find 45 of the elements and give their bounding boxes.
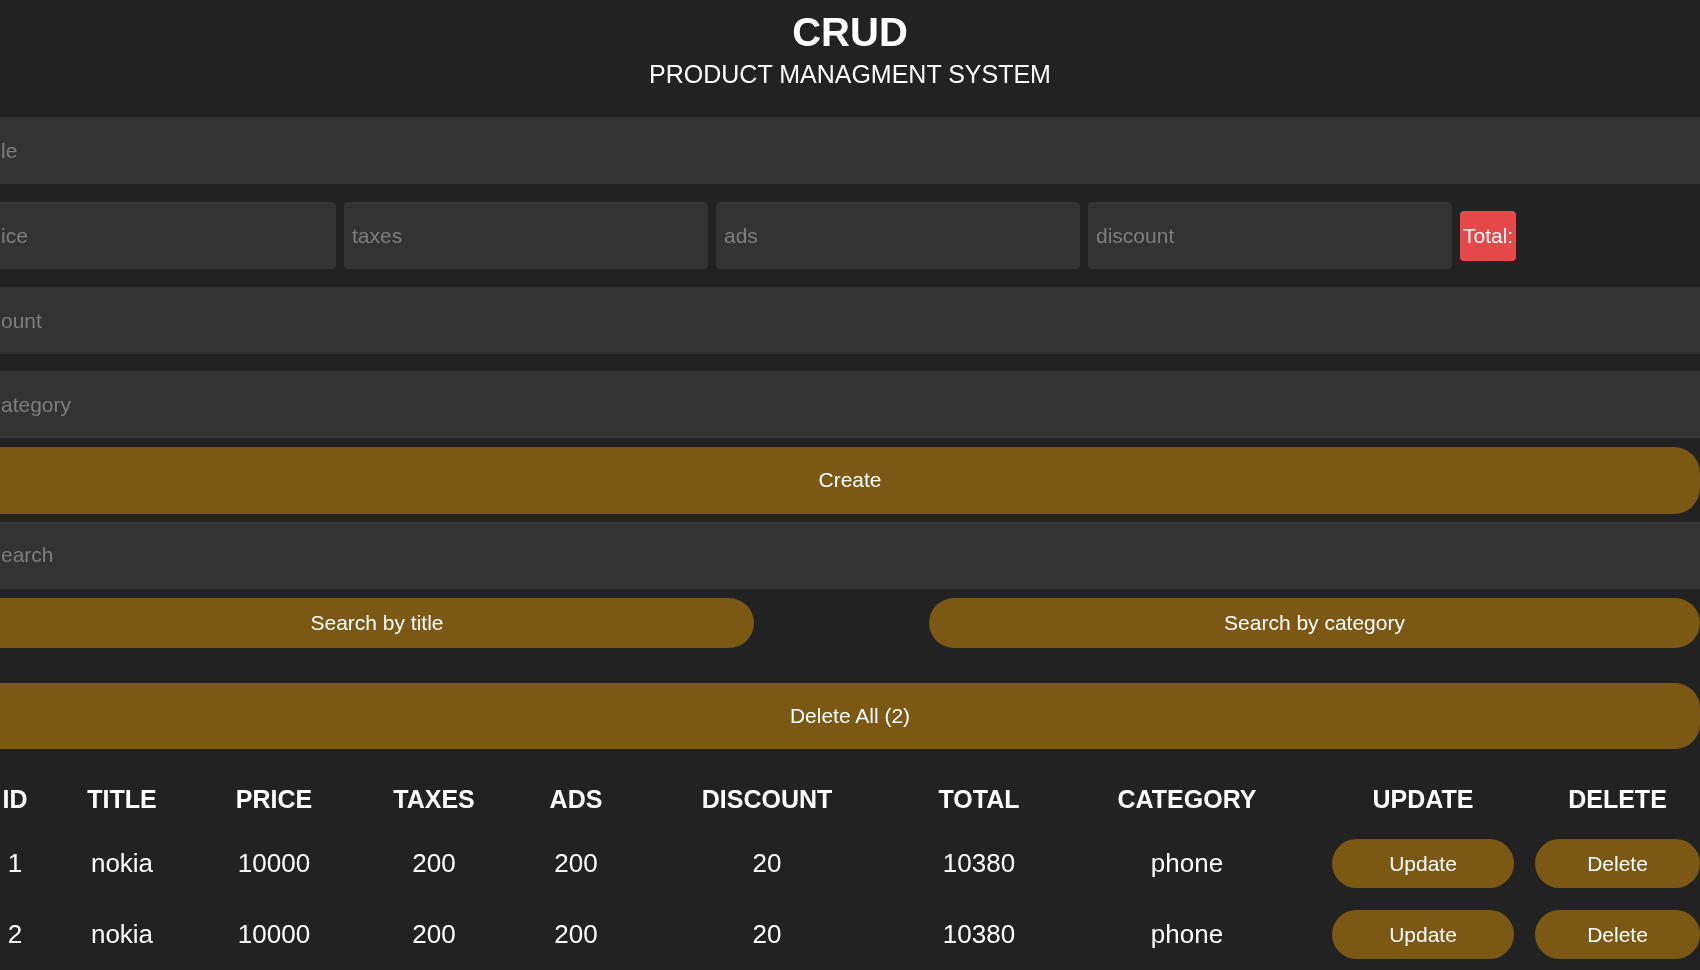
delete-all-button[interactable]: Delete All (2) [0,682,1700,749]
count-field[interactable]: ount [0,287,1700,354]
delete-button[interactable]: Delete [1535,839,1700,888]
price-field[interactable]: ice [0,202,336,269]
search-field[interactable]: earch [0,521,1700,589]
search-by-category-button[interactable]: Search by category [929,597,1700,648]
taxes-field[interactable]: taxes [344,202,708,269]
page-subtitle: PRODUCT MANAGMENT SYSTEM [649,59,1051,89]
table-cell: 200 [412,919,456,950]
column-header: ID [2,784,28,814]
table-cell: 200 [554,848,598,879]
column-header: TITLE [87,784,157,814]
table-cell: 200 [412,848,456,879]
update-button[interactable]: Update [1332,839,1514,888]
column-header: PRICE [235,784,313,814]
table-cell: 2 [7,919,23,950]
table-cell: 200 [554,919,598,950]
category-field[interactable]: ategory [0,371,1700,438]
table-cell: 20 [752,919,782,950]
table-cell: phone [1150,848,1224,879]
column-header: CATEGORY [1117,784,1257,814]
total-badge: Total: [1460,210,1517,261]
table-cell: 1 [7,848,23,879]
table-cell: 10000 [237,919,311,950]
table-cell: 10380 [942,919,1016,950]
column-header: TAXES [393,784,475,814]
title-field[interactable]: le [0,117,1700,184]
table-cell: phone [1150,919,1224,950]
table-cell: nokia [90,919,154,950]
table-cell: 10380 [942,848,1016,879]
create-button[interactable]: Create [0,447,1700,514]
column-header: TOTAL [938,784,1020,814]
column-header: ADS [549,784,603,814]
column-header: DISCOUNT [701,784,833,814]
column-header: UPDATE [1372,784,1474,814]
page-title: CRUD [792,10,908,54]
update-button[interactable]: Update [1332,910,1514,959]
table-cell: 20 [752,848,782,879]
table-cell: nokia [90,848,154,879]
search-by-title-button[interactable]: Search by title [0,597,754,648]
column-header: DELETE [1568,784,1667,814]
delete-button[interactable]: Delete [1535,910,1700,959]
table-cell: 10000 [237,848,311,879]
discount-field[interactable]: discount [1088,202,1452,269]
ads-field[interactable]: ads [716,202,1080,269]
